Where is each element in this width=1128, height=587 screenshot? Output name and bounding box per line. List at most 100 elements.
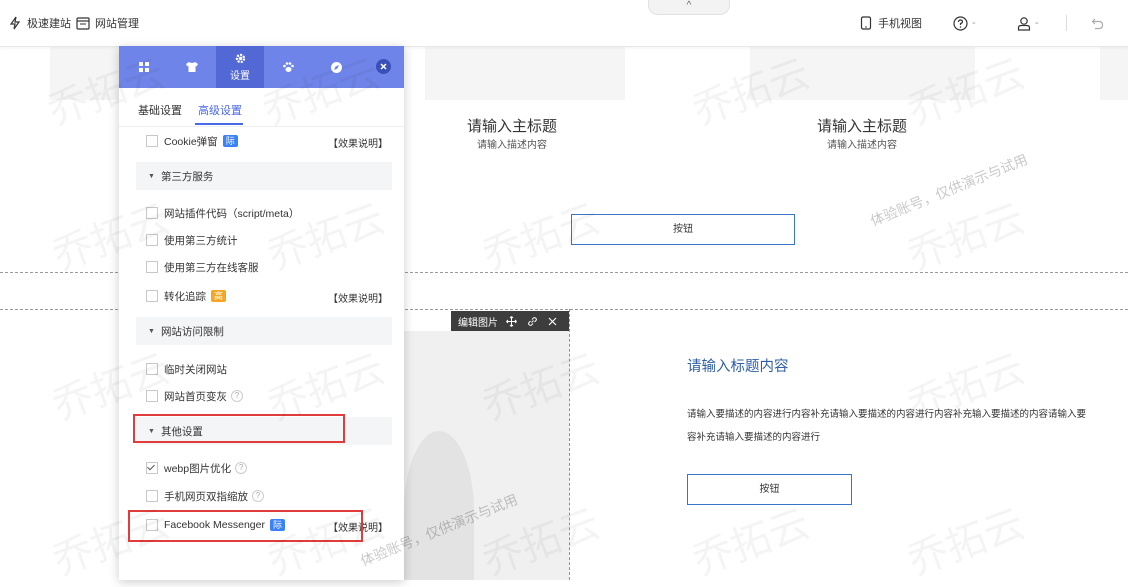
image-placeholder[interactable] (1100, 47, 1128, 100)
site-builder-link[interactable]: 极速建站 (8, 0, 71, 46)
option-pinch-zoom[interactable]: 手机网页双指缩放 ? (146, 488, 264, 504)
chevron-up-icon: ^ (686, 0, 692, 11)
tab-settings[interactable]: 设置 (216, 46, 264, 88)
help-button[interactable]: - (953, 0, 976, 46)
webp-checkbox[interactable] (146, 462, 158, 474)
option-label: 使用第三方统计 (164, 234, 238, 247)
watermark-logo: 乔拓云 (684, 491, 817, 587)
option-label: Cookie弹窗 (164, 135, 218, 148)
premium-badge: 高 (211, 290, 227, 302)
cookie-checkbox[interactable] (146, 135, 158, 147)
option-label: 网站首页变灰 (164, 390, 227, 403)
image-block[interactable] (404, 331, 569, 580)
section-label: 第三方服务 (160, 170, 214, 183)
image-bound (569, 309, 570, 580)
tab-theme[interactable] (168, 46, 216, 88)
option-close-site[interactable]: 临时关闭网站 (146, 361, 227, 377)
user-icon (1017, 16, 1031, 31)
section-body-line[interactable]: 容补充请输入要描述的内容进行 (687, 429, 820, 443)
content-button[interactable]: 按钮 (687, 474, 852, 505)
caret-down-icon: ▼ (148, 327, 155, 335)
option-third-service[interactable]: 使用第三方在线客服 (146, 259, 259, 275)
section-label: 网站访问限制 (160, 325, 224, 338)
tab-plugins[interactable] (264, 46, 312, 88)
help-caret: - (972, 17, 976, 29)
edit-image-button[interactable]: 编辑图片 (458, 314, 498, 329)
help-icon (953, 15, 968, 31)
site-manage-label: 网站管理 (95, 18, 139, 30)
user-caret: - (1035, 17, 1039, 29)
effect-link[interactable]: 【效果说明】 (328, 135, 388, 150)
active-tab-indicator (195, 123, 243, 125)
intl-badge: 际 (222, 135, 238, 147)
panel-header: 设置 (119, 46, 404, 88)
main-description[interactable]: 请输入描述内容 (762, 136, 962, 151)
undo-icon (1091, 18, 1104, 29)
top-toolbar: 极速建站 网站管理 手机视图 - - (0, 0, 1128, 47)
window-icon (76, 16, 90, 30)
site-manage-link[interactable]: 网站管理 (76, 0, 139, 46)
settings-subtabs: 基础设置 高级设置 (119, 88, 404, 127)
third-service-checkbox[interactable] (146, 261, 158, 273)
image-placeholder[interactable] (425, 47, 625, 100)
undo-button[interactable] (1091, 0, 1104, 46)
image-placeholder[interactable] (750, 47, 975, 100)
mobile-view-label: 手机视图 (878, 18, 922, 30)
subtab-basic[interactable]: 基础设置 (138, 102, 182, 118)
main-description[interactable]: 请输入描述内容 (412, 136, 612, 151)
option-label: 网站插件代码（script/meta） (164, 207, 300, 220)
option-label: webp图片优化 (164, 462, 232, 475)
option-plugin-code[interactable]: 网站插件代码（script/meta） (146, 205, 299, 221)
collapse-toolbar-toggle[interactable]: ^ (648, 0, 730, 15)
highlight-box (128, 510, 363, 542)
move-icon[interactable] (506, 315, 517, 327)
option-cookie[interactable]: Cookie弹窗 际 (146, 133, 238, 149)
pinch-zoom-checkbox[interactable] (146, 490, 158, 502)
help-icon[interactable]: ? (252, 490, 264, 502)
grid-icon (139, 62, 149, 72)
section-title[interactable]: 请输入标题内容 (687, 355, 789, 376)
effect-link[interactable]: 【效果说明】 (328, 290, 388, 305)
close-icon[interactable] (548, 317, 557, 326)
subtab-advanced[interactable]: 高级设置 (198, 102, 242, 118)
main-title[interactable]: 请输入主标题 (412, 115, 612, 136)
close-icon (380, 63, 387, 70)
third-stats-checkbox[interactable] (146, 234, 158, 246)
panel-close-button[interactable] (376, 59, 391, 74)
plugin-code-checkbox[interactable] (146, 207, 158, 219)
compass-icon (330, 61, 342, 73)
option-label: 临时关闭网站 (164, 363, 227, 376)
user-menu-button[interactable]: - (1017, 0, 1039, 46)
phone-icon (860, 16, 872, 30)
help-icon[interactable]: ? (235, 462, 248, 474)
main-title[interactable]: 请输入主标题 (762, 115, 962, 136)
watermark-logo: 乔拓云 (899, 186, 1032, 282)
option-third-stats[interactable]: 使用第三方统计 (146, 232, 238, 248)
option-gray-home[interactable]: 网站首页变灰 ? (146, 388, 243, 404)
site-builder-label: 极速建站 (27, 18, 71, 30)
conversion-checkbox[interactable] (146, 290, 158, 302)
gear-icon (235, 53, 245, 64)
section-access[interactable]: ▼ 网站访问限制 (136, 317, 392, 345)
help-icon[interactable]: ? (231, 390, 243, 402)
content-button[interactable]: 按钮 (571, 214, 795, 245)
option-conversion[interactable]: 转化追踪 高 (146, 288, 227, 304)
image-toolbar: 编辑图片 (451, 311, 569, 331)
tab-layout[interactable] (120, 46, 168, 88)
option-webp[interactable]: webp图片优化 ? (146, 460, 248, 476)
lightning-icon (9, 16, 21, 30)
option-label: 使用第三方在线客服 (164, 261, 259, 274)
close-site-checkbox[interactable] (146, 363, 158, 375)
highlight-box (133, 414, 345, 443)
tab-explore[interactable] (312, 46, 360, 88)
tab-settings-label: 设置 (230, 71, 250, 82)
section-body-line[interactable]: 请输入要描述的内容进行内容补充请输入要描述的内容进行内容补充输入要描述的内容请输… (687, 406, 1128, 420)
watermark-demo: 体验账号，仅供演示与试用 (868, 151, 1030, 229)
mobile-view-button[interactable]: 手机视图 (860, 0, 922, 46)
toolbar-divider (1066, 15, 1067, 31)
section-third-party[interactable]: ▼ 第三方服务 (136, 162, 392, 190)
settings-panel: 设置 基础设置 高级设置 Cookie弹窗 际 【效果说明】 ▼ 第三方服务 网… (119, 46, 404, 580)
watermark-logo: 乔拓云 (899, 491, 1032, 587)
gray-home-checkbox[interactable] (146, 390, 158, 402)
link-icon[interactable] (527, 316, 538, 327)
